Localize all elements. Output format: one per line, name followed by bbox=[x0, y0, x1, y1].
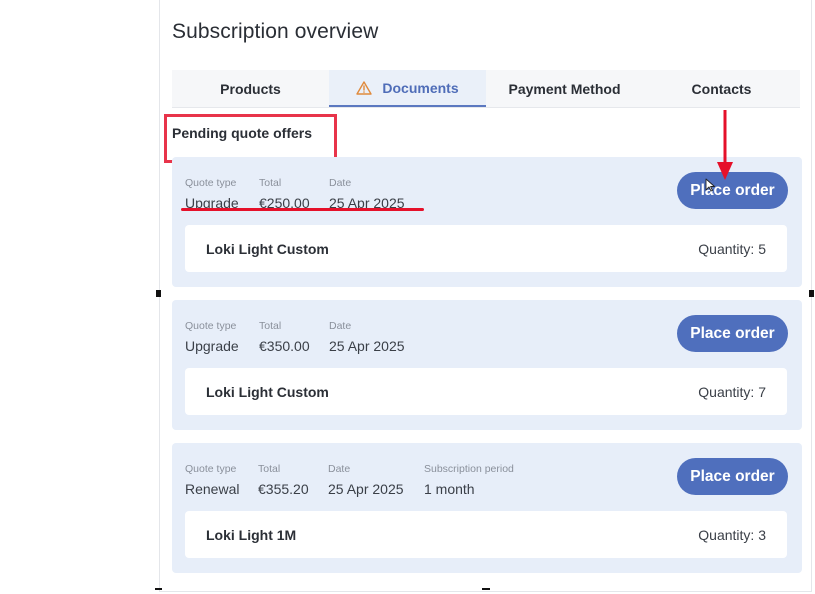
quote-total-label: Total bbox=[259, 320, 282, 332]
tab-payment-method[interactable]: Payment Method bbox=[486, 70, 643, 107]
quote-type-field: Quote type Upgrade bbox=[185, 177, 239, 211]
mouse-cursor-icon bbox=[705, 178, 715, 192]
annotation-underline bbox=[181, 208, 424, 211]
quote-total-value: €350.00 bbox=[259, 338, 310, 354]
place-order-button[interactable]: Place order bbox=[677, 458, 788, 495]
quote-date-value: 25 Apr 2025 bbox=[328, 481, 404, 497]
page-title: Subscription overview bbox=[172, 20, 379, 43]
quote-date-value: 25 Apr 2025 bbox=[329, 338, 405, 354]
edge-artifact bbox=[156, 290, 161, 297]
quote-total-field: Total €355.20 bbox=[258, 463, 309, 497]
quote-total-field: Total €250.00 bbox=[259, 177, 310, 211]
tab-payment-method-label: Payment Method bbox=[508, 80, 621, 97]
quote-type-label: Quote type bbox=[185, 177, 237, 189]
quote-card: Quote type Upgrade Total €250.00 Date 25… bbox=[172, 157, 802, 287]
product-name: Loki Light 1M bbox=[206, 526, 297, 543]
edge-artifact bbox=[809, 290, 814, 297]
quote-total-label: Total bbox=[258, 463, 281, 475]
place-order-button[interactable]: Place order bbox=[677, 315, 788, 352]
quote-card: Quote type Upgrade Total €350.00 Date 25… bbox=[172, 300, 802, 430]
product-quantity: Quantity: 5 bbox=[698, 240, 766, 257]
quote-type-value: Renewal bbox=[185, 481, 240, 497]
product-quantity: Quantity: 3 bbox=[698, 526, 766, 543]
quote-date-field: Date 25 Apr 2025 bbox=[328, 463, 404, 497]
quote-type-field: Quote type Upgrade bbox=[185, 320, 239, 354]
tab-documents[interactable]: Documents bbox=[329, 70, 486, 107]
quote-date-label: Date bbox=[329, 177, 352, 189]
quote-type-field: Quote type Renewal bbox=[185, 463, 239, 497]
subscription-panel: Subscription overview Products Documents… bbox=[159, 0, 812, 592]
annotation-arrow-down-icon bbox=[717, 110, 733, 180]
tab-contacts-label: Contacts bbox=[691, 80, 752, 97]
subscription-period-field: Subscription period 1 month bbox=[424, 463, 514, 497]
quote-card: Quote type Renewal Total €355.20 Date 25… bbox=[172, 443, 802, 573]
quote-total-field: Total €350.00 bbox=[259, 320, 310, 354]
quote-date-label: Date bbox=[329, 320, 352, 332]
edge-artifact bbox=[155, 588, 162, 590]
tab-bar: Products Documents Payment Method Contac… bbox=[172, 70, 800, 108]
quote-type-label: Quote type bbox=[185, 320, 237, 332]
product-row: Loki Light 1M Quantity: 3 bbox=[185, 511, 787, 558]
product-row: Loki Light Custom Quantity: 7 bbox=[185, 368, 787, 415]
quote-type-label: Quote type bbox=[185, 463, 237, 475]
subscription-period-value: 1 month bbox=[424, 481, 475, 497]
subscription-period-label: Subscription period bbox=[424, 463, 514, 475]
product-name: Loki Light Custom bbox=[206, 240, 329, 257]
quote-type-value: Upgrade bbox=[185, 338, 239, 354]
warning-triangle-icon bbox=[356, 80, 373, 95]
section-heading-pending-quotes: Pending quote offers bbox=[172, 125, 312, 141]
quote-date-field: Date 25 Apr 2025 bbox=[329, 177, 405, 211]
product-name: Loki Light Custom bbox=[206, 383, 329, 400]
tab-products-label: Products bbox=[220, 80, 281, 97]
quote-date-field: Date 25 Apr 2025 bbox=[329, 320, 405, 354]
product-quantity: Quantity: 7 bbox=[698, 383, 766, 400]
tab-documents-label: Documents bbox=[382, 79, 459, 96]
tab-products[interactable]: Products bbox=[172, 70, 329, 107]
product-row: Loki Light Custom Quantity: 5 bbox=[185, 225, 787, 272]
tab-contacts[interactable]: Contacts bbox=[643, 70, 800, 107]
edge-artifact bbox=[482, 588, 490, 590]
quote-total-value: €355.20 bbox=[258, 481, 309, 497]
quote-total-label: Total bbox=[259, 177, 282, 189]
quote-date-label: Date bbox=[328, 463, 351, 475]
